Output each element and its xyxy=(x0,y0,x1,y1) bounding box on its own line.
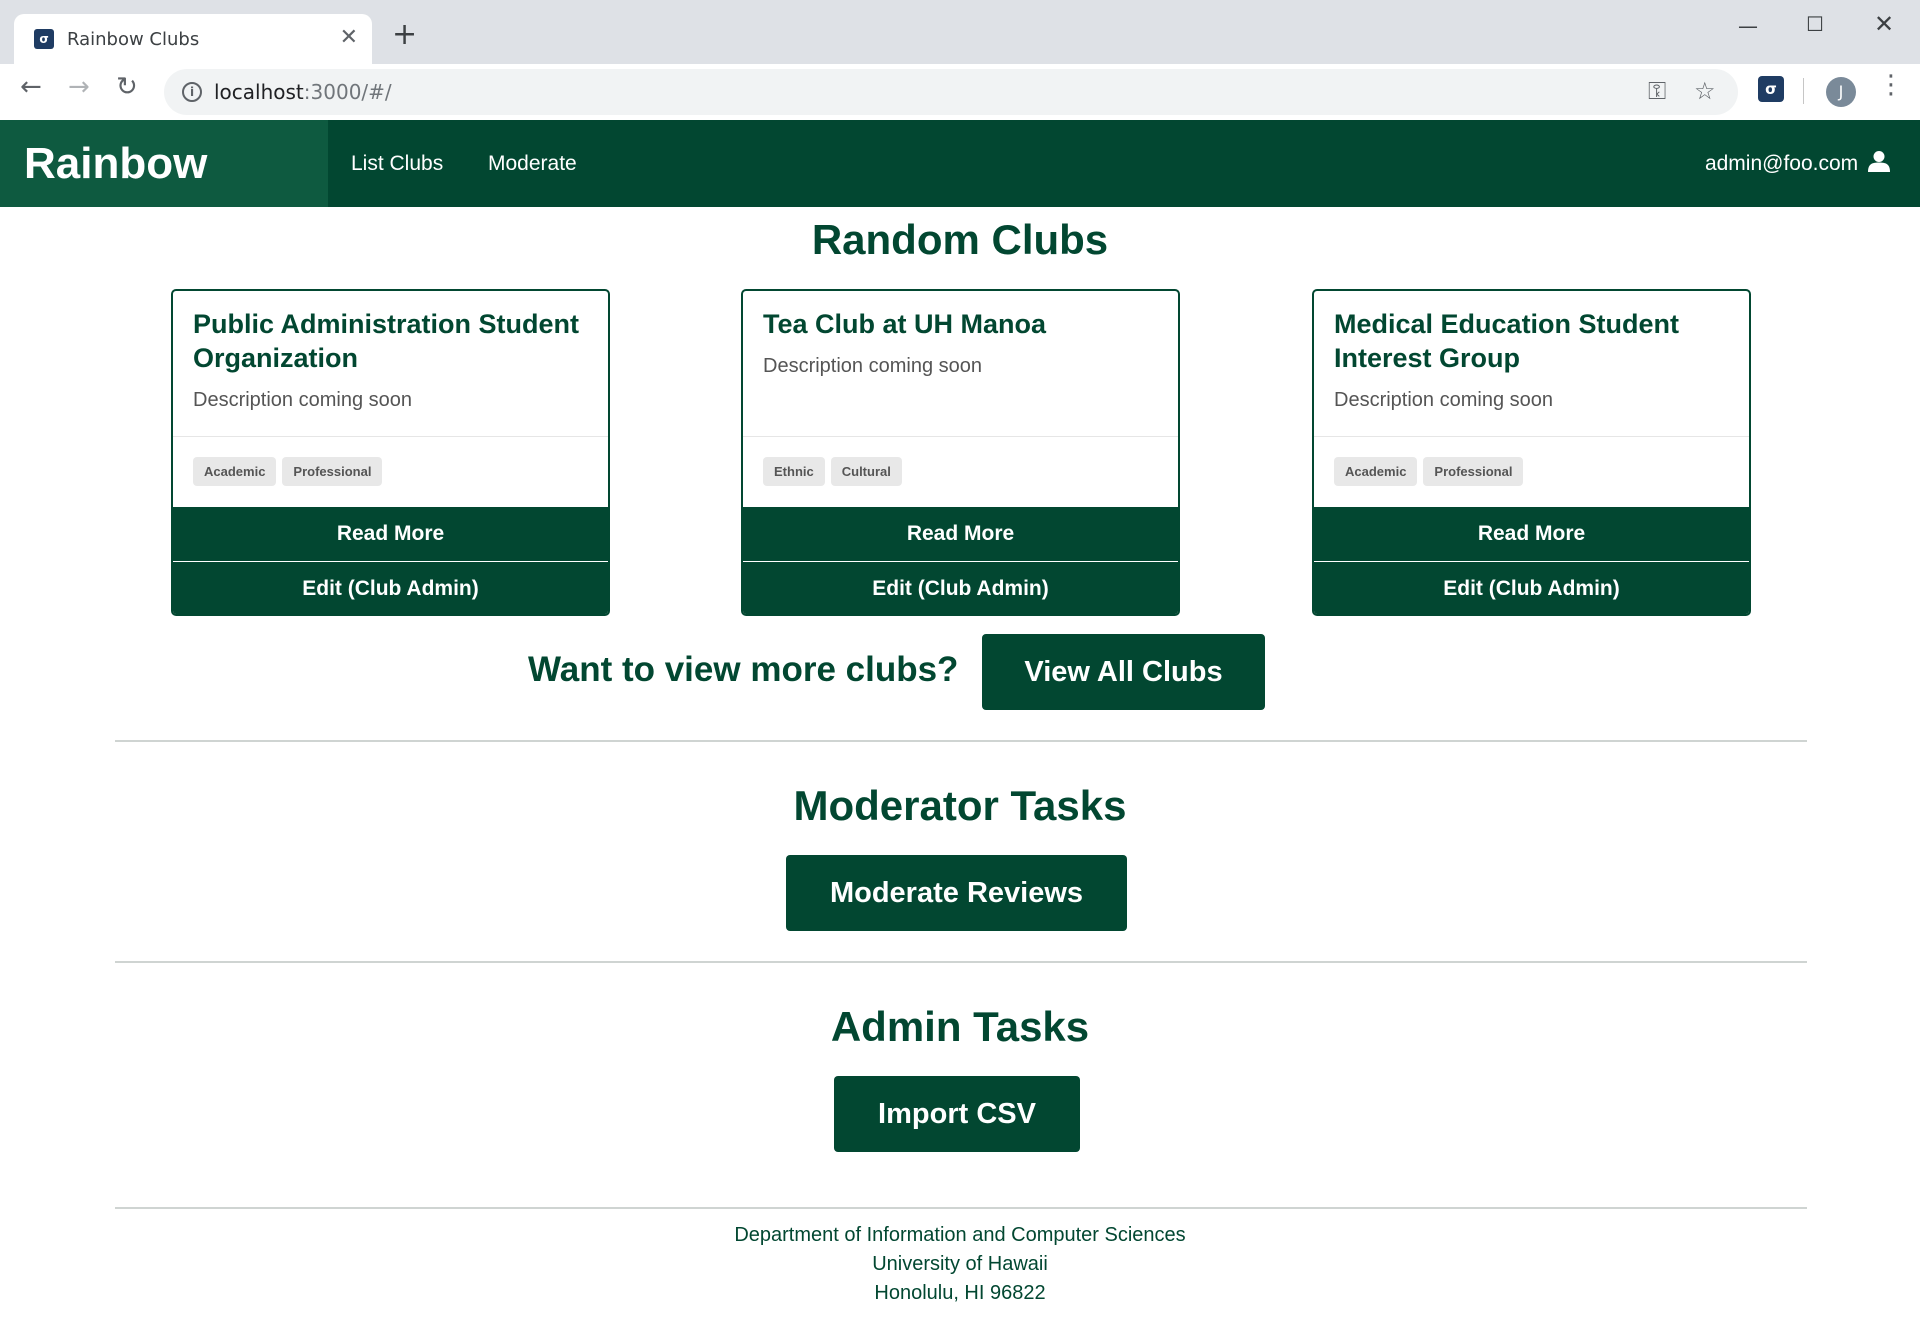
browser-tab[interactable]: σ Rainbow Clubs ✕ xyxy=(14,14,372,64)
brand-logo[interactable]: Rainbow Clubs xyxy=(0,120,328,275)
menu-icon[interactable]: ⋮ xyxy=(1878,72,1904,98)
back-icon[interactable]: ← xyxy=(20,74,42,100)
toolbar-divider xyxy=(1803,78,1804,104)
tag: Ethnic xyxy=(763,457,825,486)
card-divider xyxy=(1314,436,1749,437)
key-icon[interactable]: ⚿ xyxy=(1648,77,1666,105)
user-menu[interactable]: admin@foo.com xyxy=(1705,120,1890,207)
view-more-prompt: Want to view more clubs? xyxy=(528,650,959,689)
url-host: localhost xyxy=(214,80,304,104)
close-icon[interactable]: ✕ xyxy=(1874,10,1894,38)
new-tab-icon[interactable]: + xyxy=(392,20,417,50)
tag: Professional xyxy=(1423,457,1524,486)
import-csv-button[interactable]: Import CSV xyxy=(834,1076,1080,1152)
moderate-reviews-button[interactable]: Moderate Reviews xyxy=(786,855,1127,931)
tab-strip: σ Rainbow Clubs ✕ + — ☐ ✕ xyxy=(0,0,1920,64)
browser-chrome: σ Rainbow Clubs ✕ + — ☐ ✕ ← → ↻ i localh… xyxy=(0,0,1920,120)
address-bar[interactable]: i localhost:3000/#/ ⚿ ☆ xyxy=(164,69,1738,115)
club-card: Medical Education Student Interest Group… xyxy=(1312,289,1751,616)
club-description: Description coming soon xyxy=(763,355,982,377)
app-navbar: Rainbow Clubs List Clubs Moderate admin@… xyxy=(0,120,1920,275)
read-more-button[interactable]: Read More xyxy=(1314,507,1749,561)
tag: Cultural xyxy=(830,457,902,486)
user-icon xyxy=(1868,151,1890,173)
club-title: Medical Education Student Interest Group xyxy=(1334,309,1680,373)
tab-close-icon[interactable]: ✕ xyxy=(340,25,358,50)
admin-tasks-heading: Admin Tasks xyxy=(830,1003,1090,1050)
card-divider xyxy=(173,436,608,437)
view-all-clubs-button[interactable]: View All Clubs xyxy=(982,634,1265,710)
club-description: Description coming soon xyxy=(193,389,412,411)
read-more-button[interactable]: Read More xyxy=(743,507,1178,561)
club-card: Tea Club at UH Manoa Description coming … xyxy=(741,289,1180,616)
edit-club-button[interactable]: Edit (Club Admin) xyxy=(1314,562,1749,614)
footer-university: University of Hawaii xyxy=(872,1253,1048,1275)
club-tags: Academic Professional xyxy=(1334,457,1529,486)
card-divider xyxy=(743,436,1178,437)
club-description: Description coming soon xyxy=(1334,389,1553,411)
club-tags: Academic Professional xyxy=(193,457,388,486)
favicon-icon: σ xyxy=(34,29,54,49)
url-text: localhost:3000/#/ xyxy=(214,80,392,104)
footer-address: Honolulu, HI 96822 xyxy=(874,1282,1046,1304)
section-divider xyxy=(115,740,1807,742)
club-card: Public Administration Student Organizati… xyxy=(171,289,610,616)
section-divider xyxy=(115,961,1807,963)
nav-list-clubs[interactable]: List Clubs xyxy=(351,120,443,207)
edit-club-button[interactable]: Edit (Club Admin) xyxy=(173,562,608,614)
browser-toolbar: ← → ↻ i localhost:3000/#/ ⚿ ☆ σ J ⋮ xyxy=(0,64,1920,120)
club-title: Public Administration Student Organizati… xyxy=(193,309,580,373)
minimize-icon[interactable]: — xyxy=(1738,14,1758,38)
user-email: admin@foo.com xyxy=(1704,152,1859,175)
tab-title: Rainbow Clubs xyxy=(67,29,200,50)
random-clubs-heading: Random Clubs xyxy=(811,216,1109,263)
url-path: :3000/#/ xyxy=(303,80,392,104)
forward-icon[interactable]: → xyxy=(68,74,90,100)
extension-icon[interactable]: σ xyxy=(1758,76,1784,102)
tag: Academic xyxy=(193,457,277,486)
club-title: Tea Club at UH Manoa xyxy=(763,309,1047,339)
moderator-tasks-heading: Moderator Tasks xyxy=(793,782,1127,829)
read-more-button[interactable]: Read More xyxy=(173,507,608,561)
maximize-icon[interactable]: ☐ xyxy=(1806,12,1824,36)
tag: Academic xyxy=(1334,457,1418,486)
star-icon[interactable]: ☆ xyxy=(1694,77,1716,105)
footer-department: Department of Information and Computer S… xyxy=(734,1224,1186,1246)
profile-avatar[interactable]: J xyxy=(1826,77,1856,107)
edit-club-button[interactable]: Edit (Club Admin) xyxy=(743,562,1178,614)
info-icon[interactable]: i xyxy=(182,82,202,102)
club-tags: Ethnic Cultural xyxy=(763,457,908,486)
section-divider xyxy=(115,1207,1807,1209)
nav-moderate[interactable]: Moderate xyxy=(488,120,577,207)
tag: Professional xyxy=(282,457,383,486)
reload-icon[interactable]: ↻ xyxy=(116,74,138,100)
